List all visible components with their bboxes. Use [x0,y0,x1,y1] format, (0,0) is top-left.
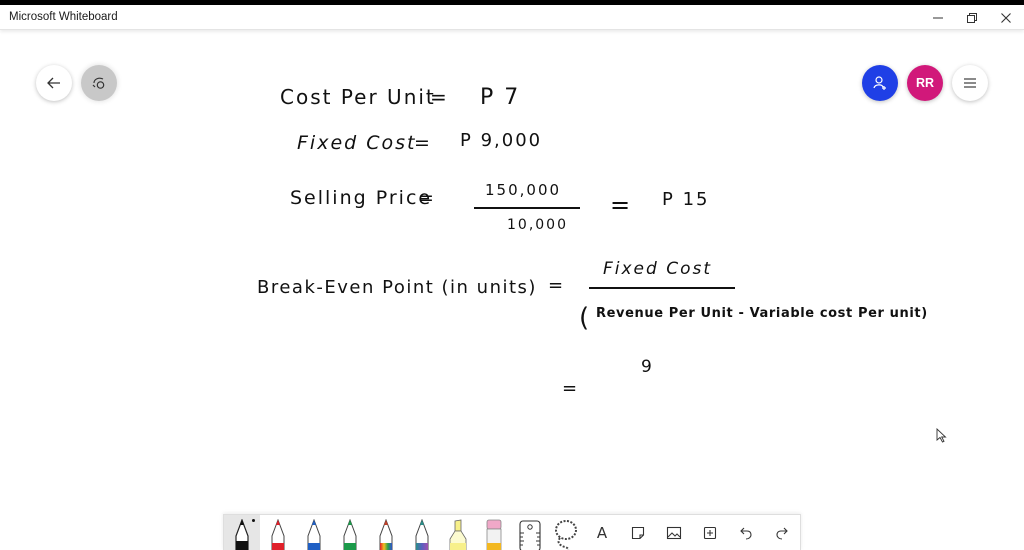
redo-icon [776,527,788,540]
whiteboard-canvas[interactable]: Cost Per Unit = P 7 Fixed Cost = P 9,000… [0,31,1024,511]
ink-selling-price-value: P 15 [662,189,710,210]
minimize-icon [933,17,943,18]
ink-bep-fraction-bar [589,287,735,289]
inking-toolbar: A [223,514,801,550]
lasso-icon [555,520,577,550]
highlighter-tool[interactable] [440,515,476,550]
ruler-icon [519,520,541,550]
ink-cost-per-unit-label: Cost Per Unit [280,85,436,109]
undo-icon [740,527,752,540]
pen-rainbow-icon [379,519,393,550]
ink-cost-per-unit-value: P 7 [480,85,521,110]
minimize-button[interactable] [921,5,955,30]
ink-fixed-cost-value: P 9,000 [460,130,543,151]
pen-black-icon [235,519,249,550]
ink-equals: = [610,191,633,219]
pen-green-icon [343,519,357,550]
ink-selling-price-label: Selling Price [290,187,433,209]
restore-icon [967,12,977,23]
pen-blue-tool[interactable] [296,515,332,550]
redo-button[interactable] [764,515,800,550]
eraser-tool[interactable] [476,515,512,550]
eraser-icon [486,519,502,550]
highlighter-icon [449,519,467,550]
text-tool[interactable]: A [584,515,620,550]
pen-galaxy-tool[interactable] [404,515,440,550]
pen-red-icon [271,519,285,550]
active-indicator-dot [252,519,255,522]
note-icon [631,526,645,540]
pen-black-tool[interactable] [224,515,260,550]
pen-green-tool[interactable] [332,515,368,550]
ink-bep-denominator: Revenue Per Unit - Variable cost Per uni… [596,306,928,321]
pen-rainbow-tool[interactable] [368,515,404,550]
pen-red-tool[interactable] [260,515,296,550]
ink-fraction-bar [474,207,580,209]
ink-fraction-numerator: 150,000 [485,181,562,199]
mouse-pointer-icon [936,428,947,443]
close-button[interactable] [989,5,1023,30]
pen-blue-icon [307,519,321,550]
ink-fixed-cost-label: Fixed Cost [297,132,417,154]
image-icon [666,526,682,540]
ink-result-numerator: 9 [641,357,654,377]
insert-tool[interactable] [692,515,728,550]
undo-button[interactable] [728,515,764,550]
ink-equals: = [562,378,580,399]
ink-break-even-label: Break-Even Point (in units) [257,277,537,298]
image-tool[interactable] [656,515,692,550]
app-title: Microsoft Whiteboard [9,11,118,23]
text-icon: A [596,524,608,542]
restore-button[interactable] [955,5,989,30]
ruler-tool[interactable] [512,515,548,550]
title-bar: Microsoft Whiteboard [0,5,1024,30]
close-icon [1001,12,1011,23]
ink-bep-numerator: Fixed Cost [603,259,713,279]
ink-equals: = [414,132,432,154]
ink-equals: = [430,85,449,109]
ink-open-paren: ( [579,303,590,333]
sticky-note-tool[interactable] [620,515,656,550]
lasso-tool[interactable] [548,515,584,550]
add-box-icon [703,526,717,540]
pen-galaxy-icon [415,519,429,550]
ink-fraction-denominator: 10,000 [507,217,568,233]
ink-equals: = [548,275,566,296]
ink-equals: = [418,187,436,209]
